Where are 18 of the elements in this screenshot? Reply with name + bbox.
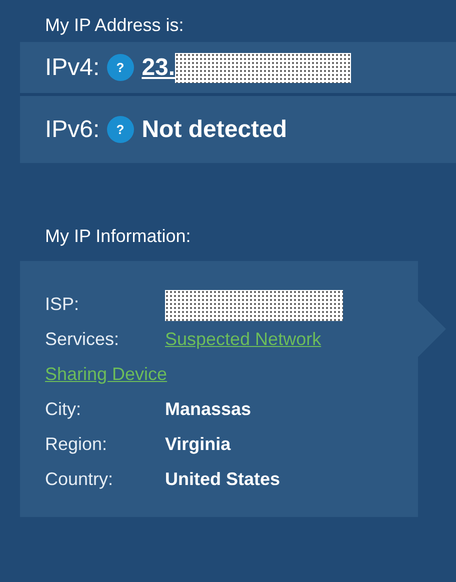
help-icon[interactable]: ?: [106, 116, 134, 143]
section-heading: My IP Address is:: [44, 14, 185, 37]
info-value: Manassas: [165, 399, 252, 419]
ip-address-link[interactable]: 23.: [142, 54, 176, 82]
info-value: United States: [165, 469, 280, 489]
address-label: IPv4:: [45, 54, 100, 82]
services-link[interactable]: Suspected Network: [165, 329, 322, 349]
services-link[interactable]: Sharing Device: [45, 364, 168, 384]
help-icon[interactable]: ?: [106, 54, 134, 81]
info-label: Region:: [45, 433, 108, 456]
info-value: Virginia: [165, 434, 231, 454]
info-label: City:: [45, 398, 82, 421]
section-heading: My IP Information:: [44, 225, 192, 248]
info-label: Country:: [45, 468, 114, 491]
info-label: Services:: [45, 328, 120, 351]
address-value: Not detected: [142, 116, 288, 144]
address-label: IPv6:: [45, 116, 100, 144]
info-label: ISP:: [45, 293, 80, 316]
